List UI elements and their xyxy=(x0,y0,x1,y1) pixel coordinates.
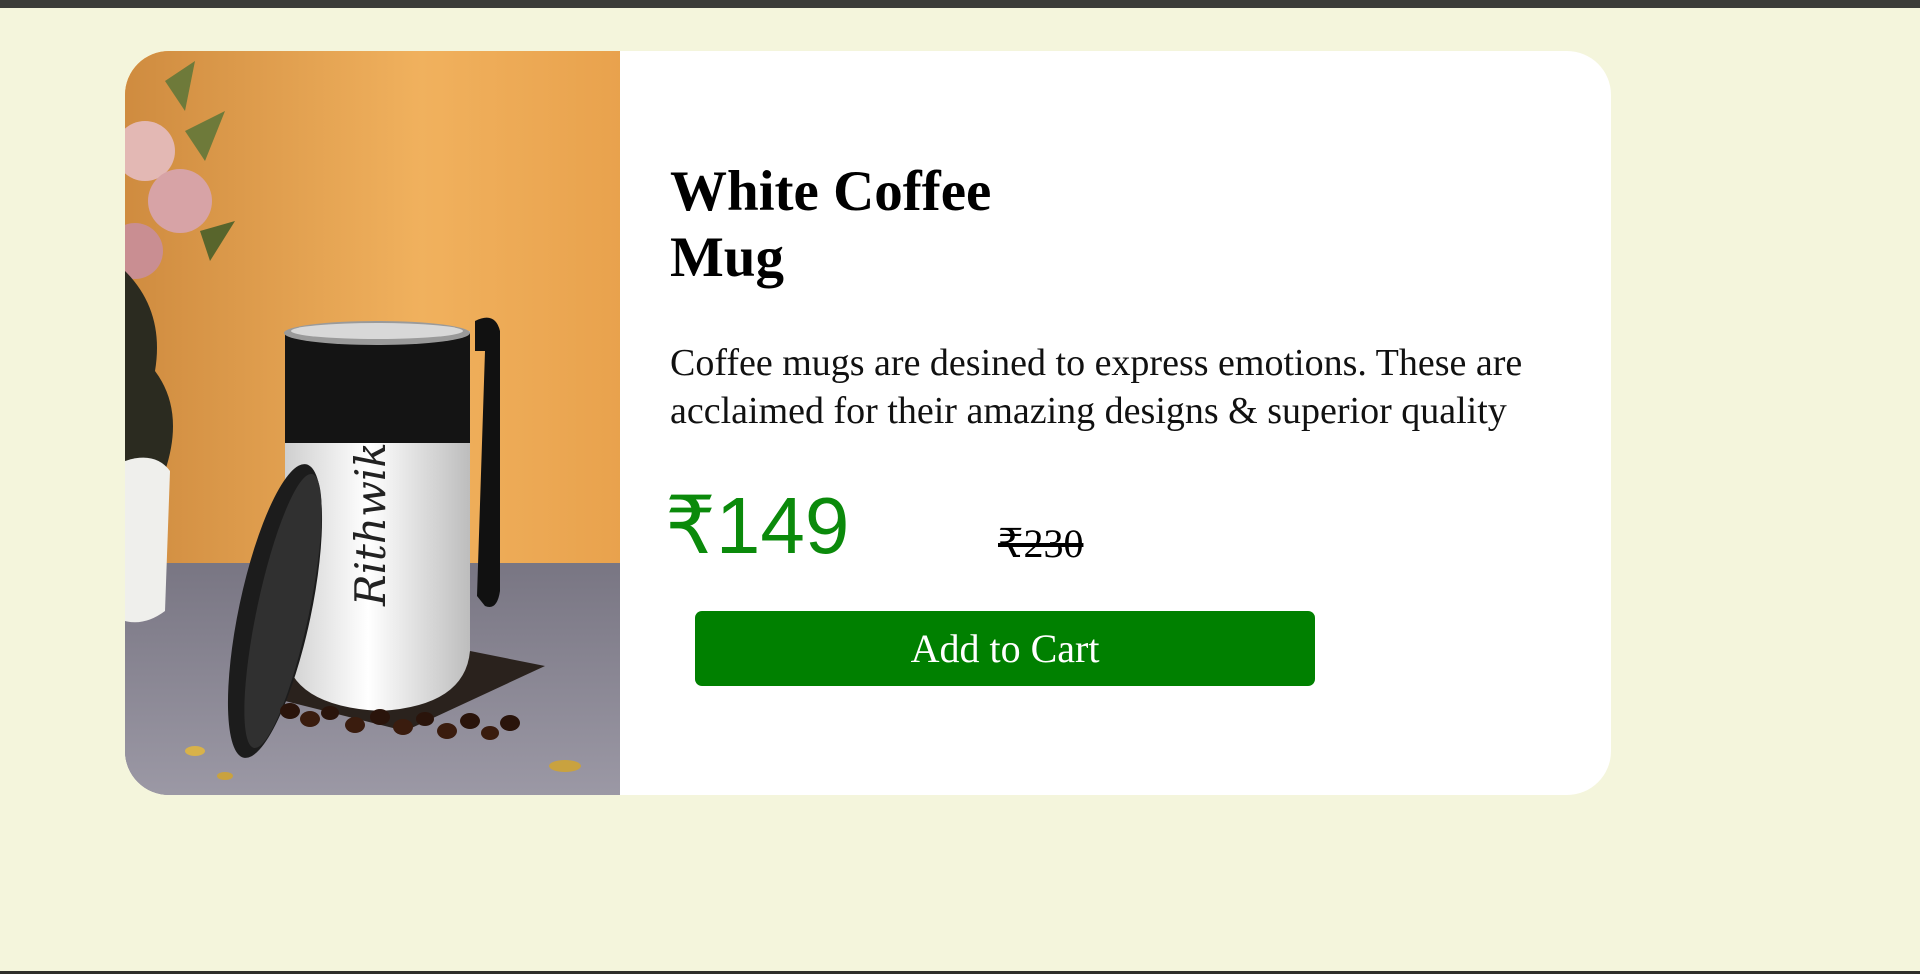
product-card: Rithwik White Coffee Mug Coffee mugs are… xyxy=(125,51,1611,795)
original-price: ₹230 xyxy=(998,521,1084,566)
product-description: Coffee mugs are desined to express emoti… xyxy=(670,342,1523,432)
mug-photo-illustration: Rithwik xyxy=(125,51,620,795)
current-price: ₹149 xyxy=(665,481,850,570)
product-image: Rithwik xyxy=(125,51,620,795)
top-border xyxy=(0,0,1920,8)
svg-text:Rithwik: Rithwik xyxy=(346,442,395,607)
add-to-cart-button[interactable]: Add to Cart xyxy=(695,611,1315,686)
product-title: White Coffee Mug xyxy=(670,160,992,289)
